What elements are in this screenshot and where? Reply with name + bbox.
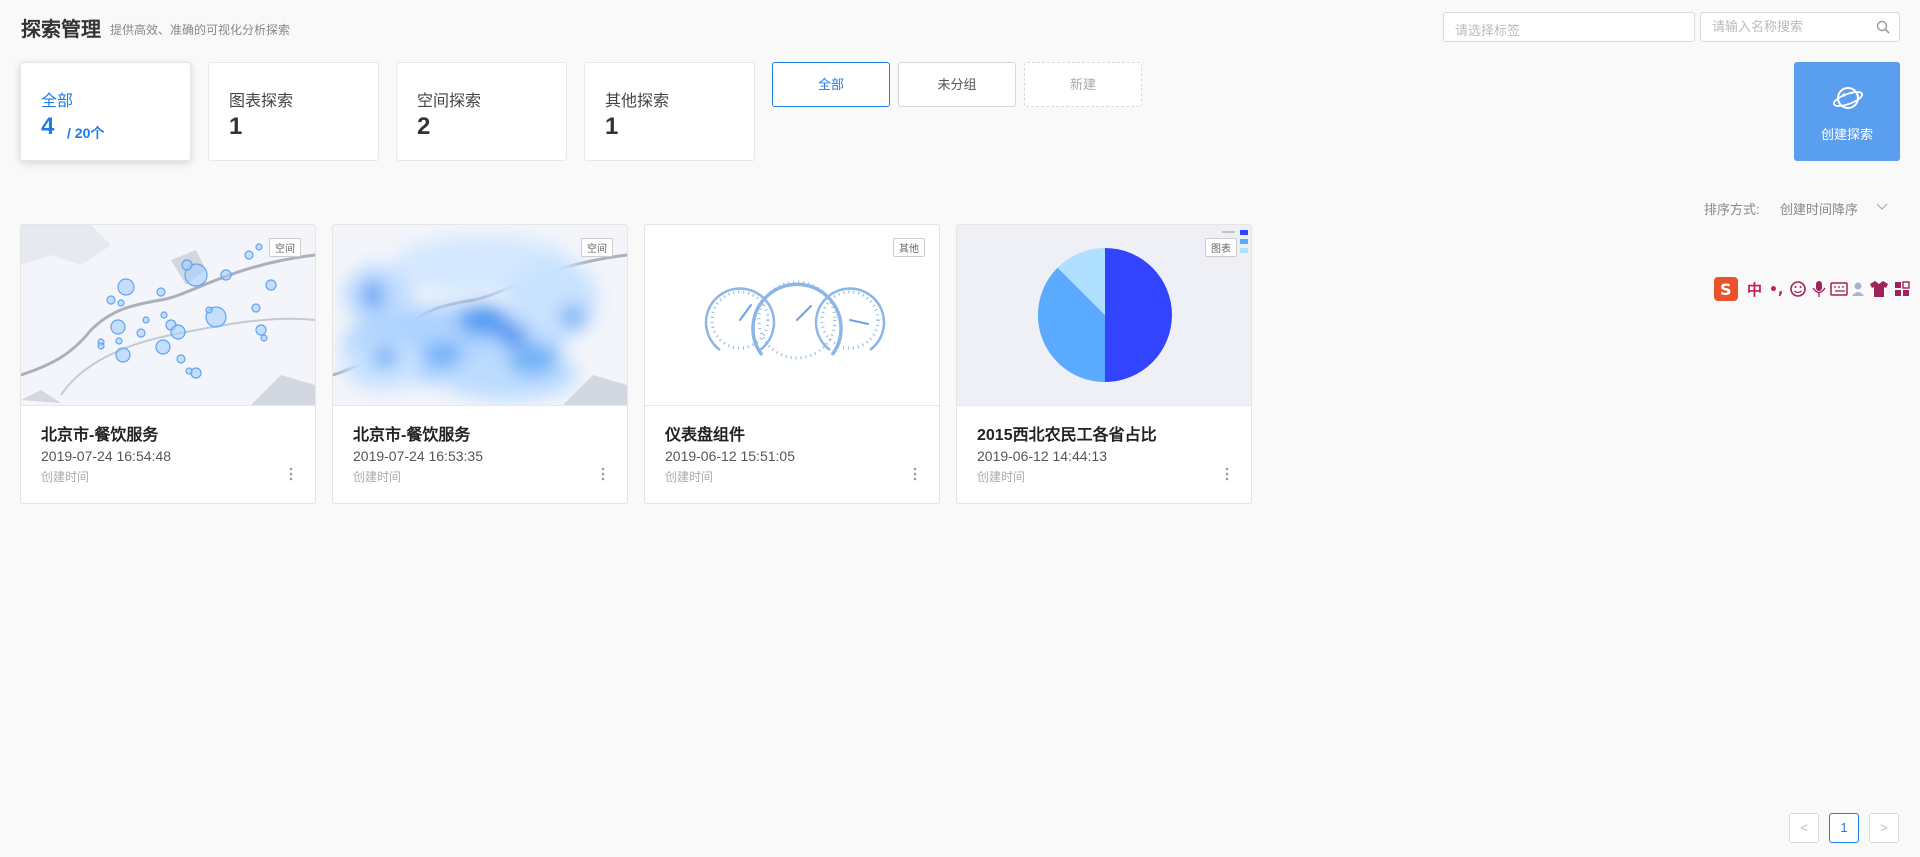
card-date-label: 创建时间 [353,470,402,484]
user-icon [1854,282,1862,290]
stat-total: / 20个 [67,125,105,141]
stat-card-spatial[interactable]: 空间探索 2 [396,62,567,161]
card-title: 2015西北农民工各省占比 [977,427,1157,444]
exploration-card[interactable]: 空间 北京市-餐饮服务 2019-07-24 16:54:48 创建时间 [20,224,316,504]
sort-label: 排序方式: [1704,202,1760,217]
pagination-page-1[interactable]: 1 [1829,813,1859,843]
card-type-badge: 空间 [269,238,301,257]
pagination-next[interactable]: > [1869,813,1899,843]
group-button-ungrouped[interactable]: 未分组 [898,62,1016,107]
card-title: 仪表盘组件 [665,427,746,444]
card-date: 2019-06-12 15:51:05 [665,448,795,464]
card-type-badge: 空间 [581,238,613,257]
card-date-label: 创建时间 [977,470,1026,484]
card-date: 2019-06-12 14:44:13 [977,448,1107,464]
exploration-card[interactable]: 图表 2015西北农民工各省占比 2019-06-12 14:44:13 创建时… [956,224,1252,504]
exploration-card[interactable]: 其他 仪表盘组件 2019-06-12 15:51:05 创建时间 [644,224,940,504]
stat-count: 1 [605,113,619,140]
more-icon[interactable] [913,466,917,482]
card-title: 北京市-餐饮服务 [353,427,471,444]
card-type-badge: 其他 [893,238,925,257]
create-exploration-button[interactable]: 创建探索 [1794,62,1900,161]
card-date: 2019-07-24 16:53:35 [353,448,483,464]
microphone-icon [1816,281,1822,291]
keyboard-icon [1830,282,1848,296]
group-button-all[interactable]: 全部 [772,62,890,107]
search-icon[interactable] [1875,19,1891,35]
group-button-new[interactable]: 新建 [1024,62,1142,107]
stat-count: 2 [417,113,431,140]
create-exploration-label: 创建探索 [1820,127,1873,142]
stat-card-chart[interactable]: 图表探索 1 [208,62,379,161]
chevron-down-icon[interactable] [1876,202,1888,212]
svg-text:S: S [1720,280,1732,299]
stat-label: 空间探索 [417,93,482,110]
card-date-label: 创建时间 [665,470,714,484]
tag-select[interactable]: 请选择标签 [1443,12,1695,42]
page-subtitle: 提供高效、准确的可视化分析探索 [110,23,291,37]
skin-icon [1870,281,1888,297]
ime-toolbar[interactable]: S 中 •, [1712,276,1920,302]
stat-label: 全部 [41,93,74,110]
search-box [1700,12,1900,42]
stat-card-all[interactable]: 全部 4 / 20个 [20,62,191,161]
stat-label: 其他探索 [605,93,670,110]
page-title: 探索管理 [21,19,101,41]
more-icon[interactable] [601,466,605,482]
stat-card-other[interactable]: 其他探索 1 [584,62,755,161]
card-date: 2019-07-24 16:54:48 [41,448,171,464]
svg-text:•,: •, [1769,282,1783,298]
stat-label: 图表探索 [229,93,294,110]
planet-icon [1832,87,1864,109]
stat-count: 1 [229,113,243,140]
card-title: 北京市-餐饮服务 [41,427,159,444]
card-date-label: 创建时间 [41,470,90,484]
ime-mode-label: 中 [1747,281,1762,299]
more-icon[interactable] [1225,466,1229,482]
search-input[interactable] [1701,13,1883,39]
exploration-card[interactable]: 空间 北京市-餐饮服务 2019-07-24 16:53:35 创建时间 [332,224,628,504]
card-type-badge: 图表 [1205,238,1237,257]
more-icon[interactable] [289,466,293,482]
pagination-prev[interactable]: < [1789,813,1819,843]
sort-select[interactable]: 创建时间降序 [1780,199,1858,218]
emoji-icon [1790,281,1806,297]
stat-count: 4 [41,113,55,140]
grid-icon [1895,282,1901,288]
